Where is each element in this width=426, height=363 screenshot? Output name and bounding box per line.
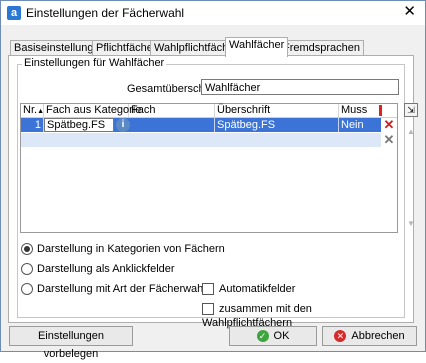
radio-art-der-faecherwahl[interactable]: Darstellung mit Art der Fächerwahl: [21, 282, 206, 296]
dialog-window: a Einstellungen der Fächerwahl ✕ Basisei…: [0, 0, 426, 360]
check-icon: ✓: [256, 330, 269, 343]
app-icon: a: [7, 6, 21, 20]
ok-label: OK: [273, 330, 290, 342]
radio-kategorien-button[interactable]: [21, 243, 33, 256]
grid-header: Nr.▲ Fach aus Kategorie Fach Überschrift…: [21, 104, 397, 118]
info-icon[interactable]: i: [116, 118, 130, 132]
delete-row-icon-disabled: ✕: [383, 132, 395, 147]
sort-asc-icon: ▲: [37, 108, 44, 115]
header-fach[interactable]: Fach: [129, 104, 215, 117]
cell-fach[interactable]: [129, 118, 215, 132]
header-ueberschrift[interactable]: Überschrift: [215, 104, 339, 117]
radio-kategorien[interactable]: Darstellung in Kategorien von Fächern: [21, 242, 225, 256]
required-marker: [379, 105, 382, 116]
group-title: Einstellungen für Wahlfächer: [22, 57, 167, 69]
scroll-down-icon[interactable]: ▼: [405, 219, 417, 228]
zusammen-checkbox[interactable]: [202, 303, 214, 316]
tab-fremdsprachen[interactable]: Fremdsprachen: [279, 40, 365, 56]
header-kategorie[interactable]: Fach aus Kategorie: [44, 104, 141, 117]
radio-anklickfelder-label: Darstellung als Anklickfelder: [37, 263, 175, 275]
radio-anklickfelder[interactable]: Darstellung als Anklickfelder: [21, 262, 175, 276]
abbrechen-button[interactable]: ✕ Abbrechen: [322, 326, 417, 346]
add-row-icon[interactable]: ⇲: [404, 103, 418, 117]
tab-panel-wahlfaecher: Einstellungen für Wahlfächer Gesamtübers…: [8, 55, 418, 329]
vorbelegen-button[interactable]: Einstellungen vorbelegen: [9, 326, 133, 360]
faecher-grid: Nr.▲ Fach aus Kategorie Fach Überschrift…: [20, 103, 398, 233]
automatikfelder-label: Automatikfelder: [219, 283, 296, 295]
kategorie-edit-field[interactable]: Spätbeg.FS: [44, 118, 114, 132]
cell-nr: 1: [21, 118, 44, 132]
table-row-new[interactable]: [21, 133, 381, 147]
radio-anklickfelder-button[interactable]: [21, 263, 33, 276]
header-nr-label: Nr.: [23, 104, 38, 116]
radio-kategorien-label: Darstellung in Kategorien von Fächern: [37, 243, 225, 255]
abbrechen-label: Abbrechen: [351, 330, 405, 342]
radio-art-label: Darstellung mit Art der Fächerwahl: [37, 283, 206, 295]
cancel-icon: ✕: [334, 330, 347, 343]
delete-row-icon[interactable]: ✕: [382, 118, 396, 132]
settings-group: Einstellungen für Wahlfächer Gesamtübers…: [17, 57, 418, 329]
close-icon[interactable]: ✕: [403, 3, 416, 21]
checkbox-zusammen[interactable]: zusammen mit den Wahlpflichtfächern: [202, 302, 404, 329]
cell-ueberschrift[interactable]: Spätbeg.FS: [215, 118, 339, 132]
tab-wahlfaecher[interactable]: Wahlfächer: [225, 37, 289, 57]
title-bar: a Einstellungen der Fächerwahl ✕: [1, 1, 425, 25]
ok-button[interactable]: ✓ OK: [229, 326, 317, 346]
grid-scrollbar[interactable]: ⇲ ▲ ▼: [404, 103, 418, 231]
scroll-up-icon[interactable]: ▲: [405, 127, 417, 136]
checkbox-automatikfelder[interactable]: Automatikfelder: [202, 282, 295, 296]
automatikfelder-checkbox[interactable]: [202, 283, 214, 296]
gesamtueberschrift-input[interactable]: Wahlfächer: [201, 79, 399, 95]
window-title: Einstellungen der Fächerwahl: [26, 6, 185, 20]
header-muss[interactable]: Muss: [339, 104, 381, 117]
cell-muss[interactable]: Nein: [339, 118, 381, 132]
header-nr[interactable]: Nr.▲: [21, 104, 44, 117]
radio-art-button[interactable]: [21, 283, 33, 296]
